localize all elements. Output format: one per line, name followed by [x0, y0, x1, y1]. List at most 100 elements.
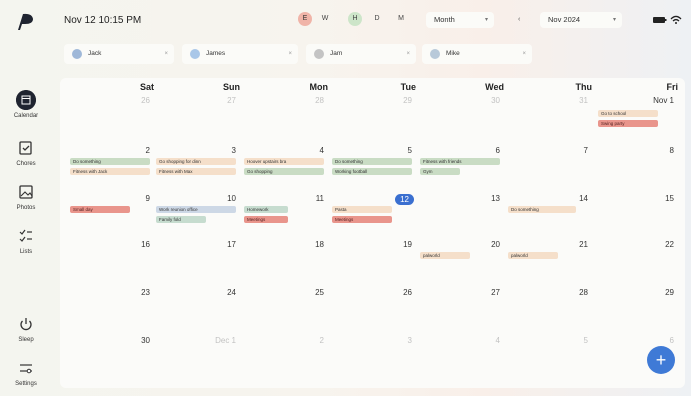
day-cell[interactable]: 27 — [416, 286, 504, 338]
day-cell[interactable]: 26 — [328, 286, 416, 338]
event-chip[interactable]: Go to school — [598, 110, 658, 117]
day-cell[interactable]: 4 — [416, 334, 504, 386]
sidebar-item-chores[interactable]: Chores — [0, 138, 52, 167]
day-number: 4 — [495, 336, 500, 345]
day-cell[interactable]: Dec 1 — [152, 334, 240, 386]
view-dropdown-value: Month — [434, 15, 455, 24]
event-chip[interactable]: Swing party — [598, 120, 658, 127]
prev-month-button[interactable]: ‹ — [518, 12, 520, 28]
day-number: 20 — [491, 240, 500, 249]
event-chip[interactable]: palworld — [420, 252, 470, 259]
event-chip[interactable]: Working football — [332, 168, 412, 175]
day-cell[interactable]: 15 — [590, 192, 678, 244]
event-chip[interactable]: Work reunion office — [156, 206, 236, 213]
day-cell[interactable]: 9 Small day — [66, 192, 154, 244]
day-cell[interactable]: 21 palworld — [504, 238, 592, 290]
event-chip[interactable]: Fitness with Max — [156, 168, 236, 175]
day-cell[interactable]: 8 — [590, 144, 678, 196]
event-chip[interactable]: Fitness with Jack — [70, 168, 150, 175]
event-chip[interactable]: Do something — [508, 206, 576, 213]
event-chip[interactable]: palworld — [508, 252, 558, 259]
event-chip[interactable]: Do something — [332, 158, 412, 165]
event-chip[interactable]: Go shopping for dinn — [156, 158, 236, 165]
day-cell[interactable]: 28 — [504, 286, 592, 338]
view-toggle-w[interactable]: W — [318, 12, 332, 26]
day-cell[interactable]: 13 — [416, 192, 504, 244]
day-cell[interactable]: 24 — [152, 286, 240, 338]
month-dropdown[interactable]: Nov 2024 ▾ — [540, 12, 622, 28]
person-chip[interactable]: Jack × — [64, 44, 174, 64]
remove-icon[interactable]: × — [288, 44, 292, 64]
day-cell[interactable]: 5 Do something Working football — [328, 144, 416, 196]
event-chip[interactable]: Hoover upstairs bra — [244, 158, 324, 165]
event-chip[interactable]: Do something — [70, 158, 150, 165]
event-chip[interactable]: Pasta — [332, 206, 392, 213]
chevron-down-icon: ▾ — [612, 17, 616, 23]
event-chip[interactable]: Go shopping — [244, 168, 324, 175]
person-chip[interactable]: Mike × — [422, 44, 532, 64]
day-cell[interactable]: 27 — [152, 94, 240, 146]
day-cell[interactable]: 20 palworld — [416, 238, 504, 290]
sidebar-item-lists[interactable]: Lists — [0, 226, 52, 255]
day-cell[interactable]: 29 — [590, 286, 678, 338]
day-number: 21 — [579, 240, 588, 249]
day-cell[interactable]: 5 — [504, 334, 592, 386]
day-number: 23 — [141, 288, 150, 297]
day-cell[interactable]: Nov 1 Go to school Swing party — [590, 94, 678, 146]
day-cell[interactable]: 17 — [152, 238, 240, 290]
day-cell[interactable]: 11 Homework Meetings — [240, 192, 328, 244]
day-cell[interactable]: 30 — [66, 334, 154, 386]
day-number-today: 12 — [395, 194, 414, 205]
day-cell[interactable]: 3 — [328, 334, 416, 386]
day-cell[interactable]: 30 — [416, 94, 504, 146]
day-cell[interactable]: 7 — [504, 144, 592, 196]
event-chip[interactable]: Meetings — [244, 216, 288, 223]
day-cell[interactable]: 25 — [240, 286, 328, 338]
event-chip[interactable]: Homework — [244, 206, 288, 213]
day-cell[interactable]: 2 — [240, 334, 328, 386]
day-cell[interactable]: 28 — [240, 94, 328, 146]
sidebar-item-settings[interactable]: Settings — [0, 358, 52, 387]
remove-icon[interactable]: × — [164, 44, 168, 64]
view-toggle-m[interactable]: M — [394, 12, 408, 26]
person-name: Jam — [330, 50, 343, 57]
day-number: 11 — [315, 194, 324, 203]
day-cell[interactable]: 10 Work reunion office Family fold — [152, 192, 240, 244]
day-cell[interactable]: 12 Pasta Meetings — [328, 192, 416, 244]
person-chip[interactable]: Jam × — [306, 44, 416, 64]
day-cell[interactable]: 29 — [328, 94, 416, 146]
person-chip[interactable]: James × — [182, 44, 298, 64]
day-cell[interactable]: 26 — [66, 94, 154, 146]
day-cell[interactable]: 6 Fitness with friends Gym — [416, 144, 504, 196]
event-chip[interactable]: Meetings — [332, 216, 392, 223]
day-cell[interactable]: 16 — [66, 238, 154, 290]
event-chip[interactable]: Fitness with friends — [420, 158, 500, 165]
view-toggle-e[interactable]: E — [298, 12, 312, 26]
event-chip[interactable]: Gym — [420, 168, 460, 175]
day-cell[interactable]: 3 Go shopping for dinn Fitness with Max — [152, 144, 240, 196]
view-dropdown[interactable]: Month ▾ — [426, 12, 494, 28]
app-logo-icon — [18, 13, 33, 30]
day-cell[interactable]: 18 — [240, 238, 328, 290]
view-toggle-h[interactable]: H — [348, 12, 362, 26]
sidebar-item-sleep[interactable]: Sleep — [0, 314, 52, 343]
sidebar-item-photos[interactable]: Photos — [0, 182, 52, 211]
day-number: 4 — [319, 146, 324, 155]
day-cell[interactable]: 31 — [504, 94, 592, 146]
day-cell[interactable]: 23 — [66, 286, 154, 338]
day-number: 22 — [665, 240, 674, 249]
day-cell[interactable]: 22 — [590, 238, 678, 290]
day-number: 5 — [407, 146, 412, 155]
view-toggle-d[interactable]: D — [370, 12, 384, 26]
event-chip[interactable]: Family fold — [156, 216, 206, 223]
remove-icon[interactable]: × — [406, 44, 410, 64]
add-event-button[interactable]: + — [647, 346, 675, 374]
weekday-thu: Thu — [575, 82, 593, 92]
sidebar-item-calendar[interactable]: Calendar — [0, 90, 52, 119]
remove-icon[interactable]: × — [522, 44, 526, 64]
day-cell[interactable]: 19 — [328, 238, 416, 290]
event-chip[interactable]: Small day — [70, 206, 130, 213]
day-cell[interactable]: 14 Do something — [504, 192, 592, 244]
day-cell[interactable]: 2 Do something Fitness with Jack — [66, 144, 154, 196]
day-cell[interactable]: 4 Hoover upstairs bra Go shopping — [240, 144, 328, 196]
